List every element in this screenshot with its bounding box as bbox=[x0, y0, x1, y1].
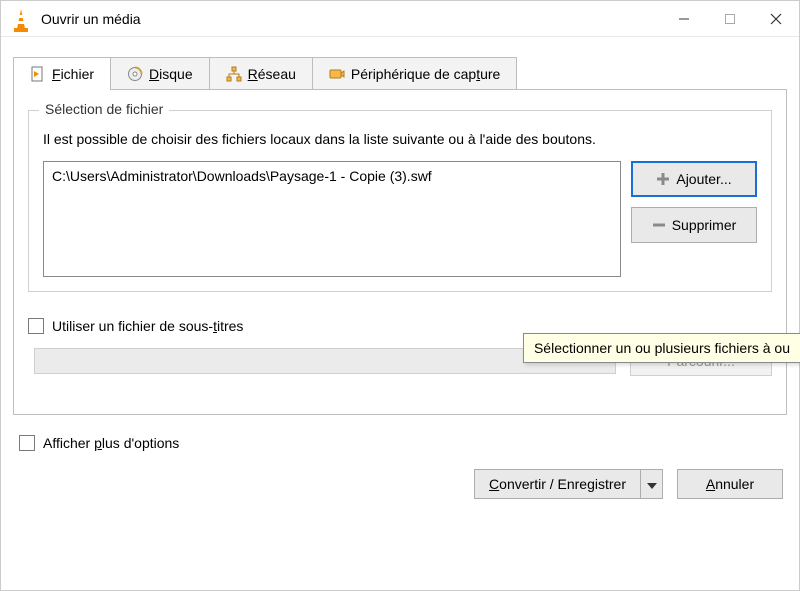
tab-network-label: Réseau bbox=[248, 66, 296, 82]
convert-save-main[interactable]: Convertir / Enregistrer bbox=[475, 470, 640, 498]
close-button[interactable] bbox=[753, 1, 799, 37]
cancel-button-label: Annuler bbox=[706, 476, 754, 492]
convert-save-dropdown[interactable] bbox=[640, 470, 662, 498]
subtitle-label: Utiliser un fichier de sous-titres bbox=[52, 318, 243, 334]
convert-save-label: Convertir / Enregistrer bbox=[489, 476, 626, 492]
bottom-area: Afficher plus d'options Convertir / Enre… bbox=[13, 435, 787, 499]
subtitle-checkbox[interactable] bbox=[28, 318, 44, 334]
file-side-buttons: Ajouter... Supprimer bbox=[631, 161, 757, 277]
tab-capture[interactable]: Périphérique de capture bbox=[312, 57, 517, 90]
subtitle-row: Utiliser un fichier de sous-titres bbox=[28, 318, 772, 334]
remove-button-label: Supprimer bbox=[672, 217, 737, 233]
capture-icon bbox=[329, 66, 345, 82]
file-row: C:\Users\Administrator\Downloads\Paysage… bbox=[43, 161, 757, 277]
file-selection-legend: Sélection de fichier bbox=[39, 101, 169, 117]
file-selection-description: Il est possible de choisir des fichiers … bbox=[43, 131, 757, 147]
cancel-button[interactable]: Annuler bbox=[677, 469, 783, 499]
tab-bar: Fichier Disque Réseau bbox=[13, 57, 787, 90]
show-more-row: Afficher plus d'options bbox=[19, 435, 787, 451]
footer-buttons: Convertir / Enregistrer Annuler bbox=[13, 469, 787, 499]
open-media-dialog: Ouvrir un média Fichier bbox=[0, 0, 800, 591]
show-more-label: Afficher plus d'options bbox=[43, 435, 179, 451]
file-icon bbox=[30, 66, 46, 82]
tab-file-label: Fichier bbox=[52, 66, 94, 82]
file-list[interactable]: C:\Users\Administrator\Downloads\Paysage… bbox=[43, 161, 621, 277]
client-area: Fichier Disque Réseau bbox=[1, 37, 799, 590]
show-more-checkbox[interactable] bbox=[19, 435, 35, 451]
convert-save-button[interactable]: Convertir / Enregistrer bbox=[474, 469, 663, 499]
plus-icon bbox=[656, 172, 670, 186]
minus-icon bbox=[652, 218, 666, 232]
tooltip: Sélectionner un ou plusieurs fichiers à … bbox=[523, 333, 800, 363]
tab-file[interactable]: Fichier bbox=[13, 57, 111, 90]
tab-capture-label: Périphérique de capture bbox=[351, 66, 500, 82]
file-list-item[interactable]: C:\Users\Administrator\Downloads\Paysage… bbox=[52, 168, 612, 184]
maximize-button[interactable] bbox=[707, 1, 753, 37]
vlc-cone-icon bbox=[11, 9, 31, 29]
titlebar: Ouvrir un média bbox=[1, 1, 799, 37]
minimize-button[interactable] bbox=[661, 1, 707, 37]
window-controls bbox=[661, 1, 799, 37]
file-selection-fieldset: Sélection de fichier Il est possible de … bbox=[28, 110, 772, 292]
network-icon bbox=[226, 66, 242, 82]
tab-panel-file: Sélection de fichier Il est possible de … bbox=[13, 89, 787, 415]
chevron-down-icon bbox=[647, 477, 657, 492]
disc-icon bbox=[127, 66, 143, 82]
window-title: Ouvrir un média bbox=[41, 11, 141, 27]
tab-disc[interactable]: Disque bbox=[110, 57, 210, 90]
tab-network[interactable]: Réseau bbox=[209, 57, 313, 90]
add-button[interactable]: Ajouter... bbox=[631, 161, 757, 197]
add-button-label: Ajouter... bbox=[676, 171, 731, 187]
remove-button[interactable]: Supprimer bbox=[631, 207, 757, 243]
tab-disc-label: Disque bbox=[149, 66, 193, 82]
